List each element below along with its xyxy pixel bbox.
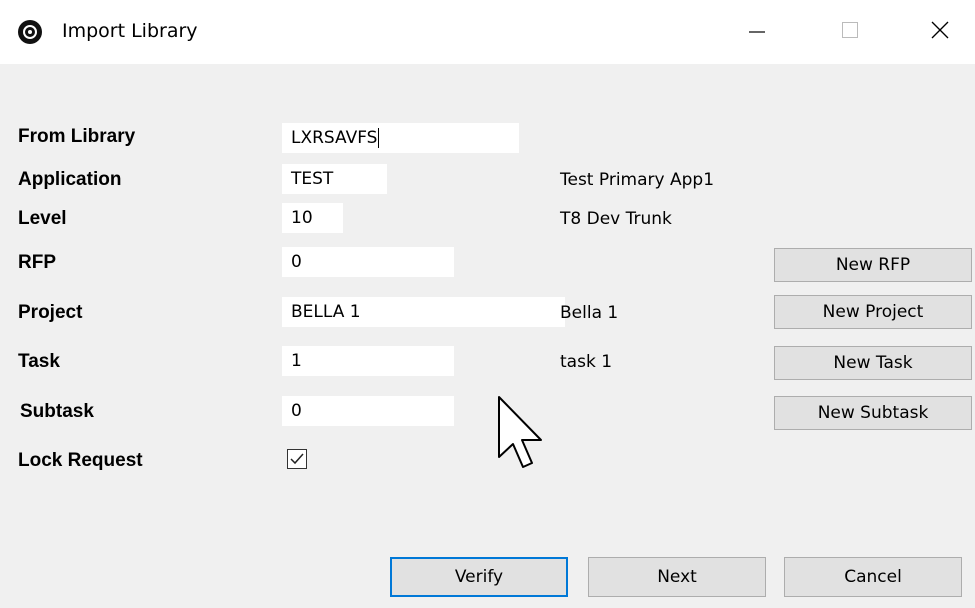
cancel-button[interactable]: Cancel: [784, 557, 962, 597]
from-library-value: LXRSAVFS: [291, 128, 378, 148]
task-label: Task: [18, 351, 60, 372]
task-input[interactable]: 1: [282, 346, 454, 376]
new-subtask-button[interactable]: New Subtask: [774, 396, 972, 430]
window-title: Import Library: [62, 20, 198, 42]
application-input[interactable]: TEST: [282, 164, 387, 194]
from-library-input[interactable]: LXRSAVFS: [282, 123, 519, 153]
new-project-button[interactable]: New Project: [774, 295, 972, 329]
task-description: task 1: [560, 352, 613, 372]
mouse-pointer-icon: [497, 395, 559, 469]
new-rfp-button[interactable]: New RFP: [774, 248, 972, 282]
subtask-label: Subtask: [20, 401, 94, 422]
project-input[interactable]: BELLA 1: [282, 297, 565, 327]
verify-button[interactable]: Verify: [390, 557, 568, 597]
checkmark-icon: [288, 450, 306, 468]
new-task-button[interactable]: New Task: [774, 346, 972, 380]
text-caret: [378, 128, 380, 148]
application-description: Test Primary App1: [560, 170, 715, 190]
level-description: T8 Dev Trunk: [560, 209, 672, 229]
close-button[interactable]: [910, 0, 970, 64]
minimize-button[interactable]: [727, 0, 787, 64]
import-library-dialog: Import Library From Library LXRSAVFS App…: [0, 0, 975, 608]
subtask-input[interactable]: 0: [282, 396, 454, 426]
app-disc-icon: [18, 20, 42, 44]
next-button[interactable]: Next: [588, 557, 766, 597]
level-input[interactable]: 10: [282, 203, 343, 233]
from-library-label: From Library: [18, 126, 136, 147]
rfp-label: RFP: [18, 252, 56, 273]
maximize-button[interactable]: [820, 0, 880, 64]
project-description: Bella 1: [560, 303, 619, 323]
lock-request-checkbox[interactable]: [287, 449, 307, 469]
rfp-input[interactable]: 0: [282, 247, 454, 277]
close-icon: [930, 20, 950, 45]
level-label: Level: [18, 208, 67, 229]
minimize-icon: [747, 20, 767, 45]
project-label: Project: [18, 302, 83, 323]
application-label: Application: [18, 169, 122, 190]
lock-request-label: Lock Request: [18, 450, 143, 471]
title-bar: Import Library: [0, 0, 975, 64]
maximize-icon: [840, 20, 860, 45]
